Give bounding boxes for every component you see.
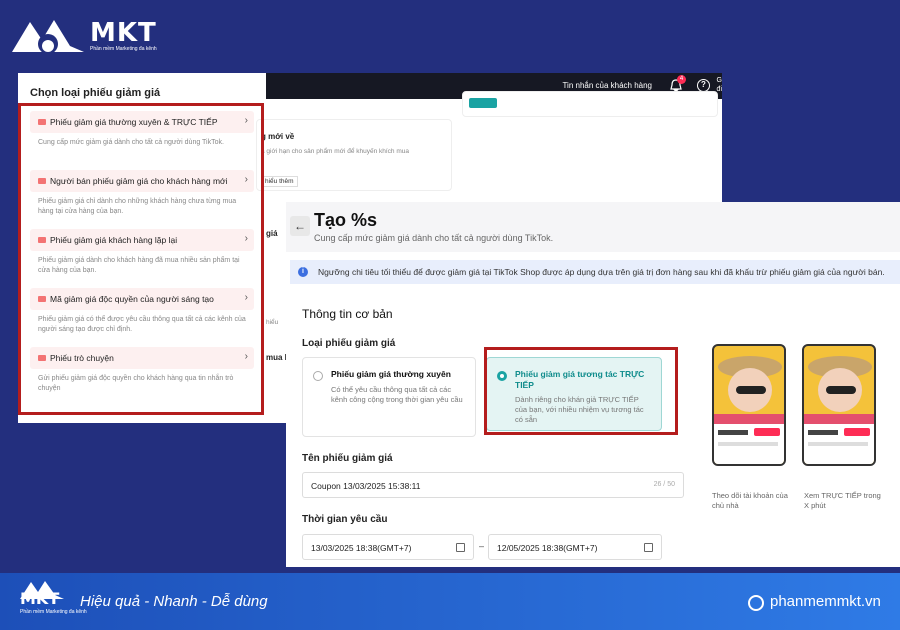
back-arrow-icon[interactable]: ← [290, 216, 310, 236]
end-time-input[interactable]: 12/05/2025 18:38(GMT+7) [488, 534, 662, 560]
radio-regular[interactable] [313, 371, 323, 381]
time-separator: – [479, 541, 485, 551]
voucher-name-value: Coupon 13/03/2025 15:38:11 [311, 481, 421, 491]
learn-more-button[interactable]: hiểu thêm [261, 176, 298, 187]
char-counter: 26 / 50 [653, 481, 675, 488]
page-subtitle: Cung cấp mức giảm giá dành cho tất cả ng… [314, 233, 554, 243]
highlight-box [484, 347, 678, 435]
info-notice: i Ngưỡng chi tiêu tối thiểu để được giảm… [290, 260, 900, 284]
calendar-icon[interactable] [456, 543, 465, 552]
globe-icon [748, 595, 764, 611]
type-card-regular[interactable]: Phiếu giảm giá thường xuyên Có thể yêu c… [302, 357, 476, 437]
preview-caption: Xem TRỰC TIẾP trong X phút [804, 491, 881, 510]
new-product-title: g mới về [261, 132, 295, 141]
user-menu[interactable]: G đi [717, 76, 722, 94]
voucher-type-label: Loại phiếu giảm giá [302, 338, 396, 349]
form-header: ← Tạo %s Cung cấp mức giảm giá dành cho … [286, 202, 900, 252]
voucher-type-panel-title: Chọn loại phiếu giảm giá [30, 87, 161, 99]
page-title: Tạo %s [314, 210, 378, 230]
info-icon: i [298, 267, 308, 277]
bg-card [462, 91, 718, 117]
section-basic-info: Thông tin cơ bản [302, 307, 393, 321]
new-product-desc: à giới hạn cho sản phẩm mới để khuyến kh… [261, 148, 409, 155]
notice-text: Ngưỡng chi tiêu tối thiểu để được giảm g… [318, 267, 885, 277]
start-time-value: 13/03/2025 18:38(GMT+7) [311, 543, 412, 553]
voucher-name-input[interactable]: Coupon 13/03/2025 15:38:11 26 / 50 [302, 472, 684, 498]
bg-fragment: mua l [266, 353, 287, 362]
claim-time-label: Thời gian yêu cầu [302, 514, 388, 525]
customer-messages-link[interactable]: Tin nhắn của khách hàng [562, 81, 652, 90]
voucher-name-label: Tên phiếu giảm giá [302, 453, 393, 464]
footer-brand-tagline: Phần mềm Marketing đa kênh [20, 609, 87, 615]
notification-badge: 4 [677, 75, 686, 84]
footer-slogan: Hiệu quả - Nhanh - Dễ dùng [80, 593, 268, 610]
bg-card-new-product: g mới về à giới hạn cho sản phẩm mới để … [256, 119, 452, 191]
footer-brand-name: MKT [20, 589, 60, 608]
mountain-logo-icon [12, 20, 84, 52]
type-title: Phiếu giảm giá thường xuyên [331, 369, 451, 379]
preview-phone-watch [802, 344, 876, 466]
brand-logo: MKT Phần mềm Marketing đa kênh [12, 16, 172, 56]
bg-fragment: giá [266, 229, 278, 238]
preview-phone-follow [712, 344, 786, 466]
start-time-input[interactable]: 13/03/2025 18:38(GMT+7) [302, 534, 474, 560]
calendar-icon[interactable] [644, 543, 653, 552]
preview-caption: Theo dõi tài khoản của chủ nhà [712, 491, 788, 510]
brand-tagline: Phần mềm Marketing đa kênh [90, 46, 157, 52]
highlight-box [18, 103, 264, 415]
footer-banner: MKT Phần mềm Marketing đa kênh Hiệu quả … [0, 573, 900, 630]
type-desc: Có thể yêu cầu thông qua tất cả các kênh… [331, 385, 463, 404]
footer-website[interactable]: phanmemmkt.vn [770, 593, 881, 610]
brand-name: MKT [90, 18, 157, 48]
end-time-value: 12/05/2025 18:38(GMT+7) [497, 543, 598, 553]
create-voucher-window: ← Tạo %s Cung cấp mức giảm giá dành cho … [286, 202, 900, 567]
bg-fragment: hiểu [266, 319, 279, 326]
